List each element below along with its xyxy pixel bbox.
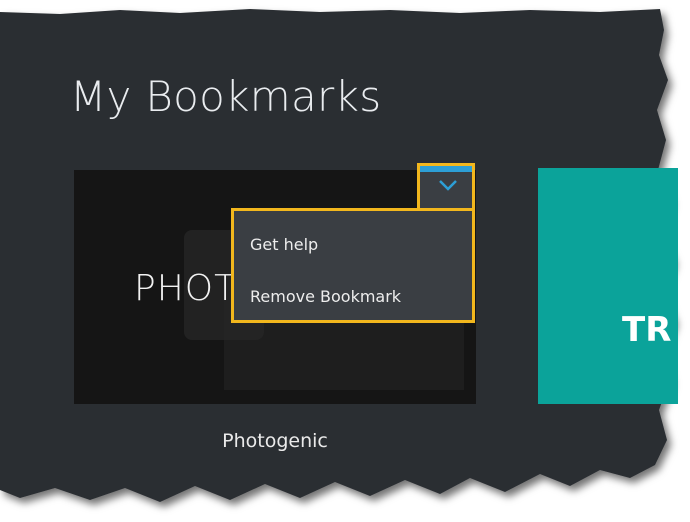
bookmark-context-menu: Get help Remove Bookmark	[231, 208, 475, 323]
menu-item-get-help[interactable]: Get help	[250, 235, 318, 254]
bookmarks-panel: My Bookmarks PHOT Photogenic TR Get help…	[0, 0, 690, 522]
chevron-down-icon[interactable]	[438, 178, 458, 192]
bookmark-card-second[interactable]: TR	[538, 168, 678, 404]
thumbnail-text: PHOT	[134, 268, 238, 309]
page-title: My Bookmarks	[70, 72, 382, 121]
bookmark-menu-toggle[interactable]	[417, 163, 475, 211]
active-indicator	[420, 166, 472, 172]
bookmark-card-label[interactable]: Photogenic	[74, 430, 476, 452]
menu-item-remove-bookmark[interactable]: Remove Bookmark	[250, 287, 401, 306]
thumbnail-text: TR	[622, 310, 672, 350]
